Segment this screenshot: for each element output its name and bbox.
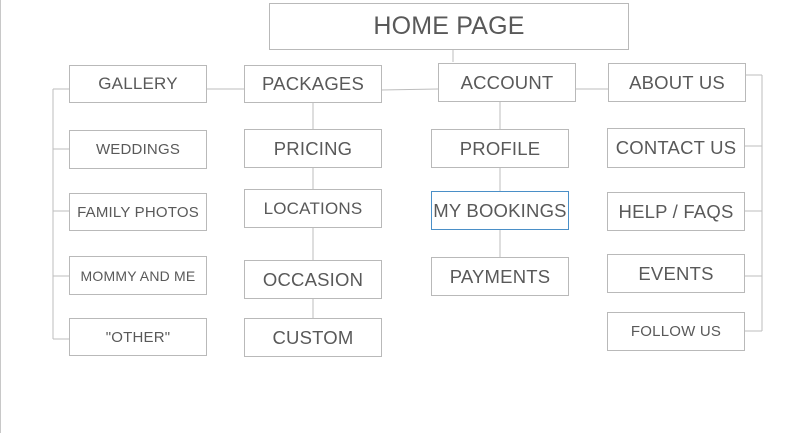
node-locations: LOCATIONS: [244, 189, 382, 228]
node-account: ACCOUNT: [438, 63, 576, 102]
node-occasion: OCCASION: [244, 260, 382, 299]
node-mommy-and-me: MOMMY AND ME: [69, 256, 207, 295]
node-other: "OTHER": [69, 318, 207, 356]
node-events: EVENTS: [607, 254, 745, 293]
node-gallery: GALLERY: [69, 65, 207, 103]
node-about-us: ABOUT US: [608, 63, 746, 102]
node-help-faqs: HELP / FAQS: [607, 192, 745, 231]
sitemap-diagram: HOME PAGE GALLERY PACKAGES ACCOUNT ABOUT…: [0, 0, 806, 433]
connector-packages-account: [380, 88, 439, 91]
node-payments: PAYMENTS: [431, 257, 569, 296]
node-home-page: HOME PAGE: [269, 3, 629, 50]
node-custom: CUSTOM: [244, 318, 382, 357]
node-pricing: PRICING: [244, 129, 382, 168]
node-profile: PROFILE: [431, 129, 569, 168]
node-my-bookings[interactable]: MY BOOKINGS: [431, 191, 569, 230]
node-weddings: WEDDINGS: [69, 130, 207, 169]
node-packages: PACKAGES: [244, 65, 382, 103]
node-family-photos: FAMILY PHOTOS: [69, 193, 207, 231]
node-follow-us: FOLLOW US: [607, 312, 745, 351]
node-contact-us: CONTACT US: [607, 128, 745, 168]
